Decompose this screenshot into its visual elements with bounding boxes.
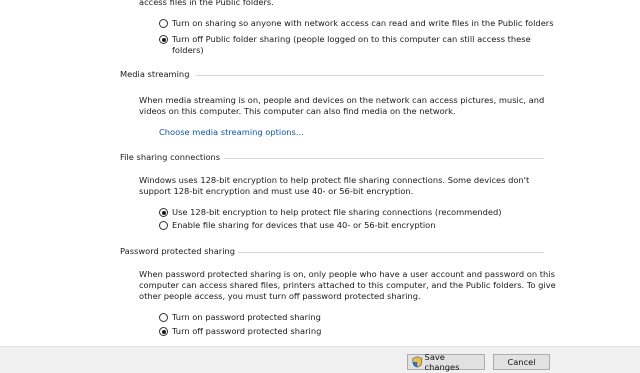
file-sharing-heading: File sharing connections: [120, 152, 221, 162]
password-sharing-divider: [238, 252, 544, 253]
cancel-label: Cancel: [507, 357, 536, 367]
password-sharing-description-cont: computer can access shared files, printe…: [139, 280, 556, 290]
radio-public-sharing-off[interactable]: [159, 35, 168, 44]
choose-media-streaming-options-link[interactable]: Choose media streaming options...: [159, 127, 304, 138]
file-sharing-description: Windows uses 128-bit encryption to help …: [139, 175, 530, 185]
40-56bit-encryption-label[interactable]: Enable file sharing for devices that use…: [172, 220, 436, 231]
media-streaming-divider: [196, 75, 544, 76]
save-changes-label: Save changes: [424, 352, 460, 372]
public-sharing-on-label[interactable]: Turn on sharing so anyone with network a…: [172, 18, 554, 29]
public-sharing-off-label[interactable]: Turn off Public folder sharing (people l…: [172, 34, 531, 45]
radio-password-sharing-off[interactable]: [159, 327, 168, 336]
media-streaming-description: When media streaming is on, people and d…: [139, 95, 545, 105]
password-sharing-on-label[interactable]: Turn on password protected sharing: [172, 312, 321, 323]
password-sharing-description: When password protected sharing is on, o…: [139, 269, 555, 279]
media-streaming-heading: Media streaming: [120, 69, 190, 79]
password-sharing-description-cont2: other people access, you must turn off p…: [139, 291, 421, 301]
file-sharing-divider: [224, 158, 544, 159]
media-streaming-description-cont: videos on this computer. This computer c…: [139, 106, 456, 116]
password-sharing-heading: Password protected sharing: [120, 246, 236, 256]
radio-128bit-encryption[interactable]: [159, 208, 168, 217]
128bit-encryption-label[interactable]: Use 128-bit encryption to help protect f…: [172, 207, 502, 218]
file-sharing-description-cont: support 128-bit encryption and must use …: [139, 186, 414, 196]
uac-shield-icon: [412, 356, 422, 368]
password-sharing-off-label[interactable]: Turn off password protected sharing: [172, 326, 321, 337]
save-changes-button[interactable]: Save changes: [407, 352, 485, 372]
radio-password-sharing-on[interactable]: [159, 313, 168, 322]
radio-40-56bit-encryption[interactable]: [159, 221, 168, 230]
public-sharing-off-label-cont[interactable]: folders): [172, 45, 204, 56]
cancel-button[interactable]: Cancel: [493, 354, 550, 370]
radio-public-sharing-on[interactable]: [159, 19, 168, 28]
public-folder-description: access files in the Public folders.: [139, 0, 274, 7]
